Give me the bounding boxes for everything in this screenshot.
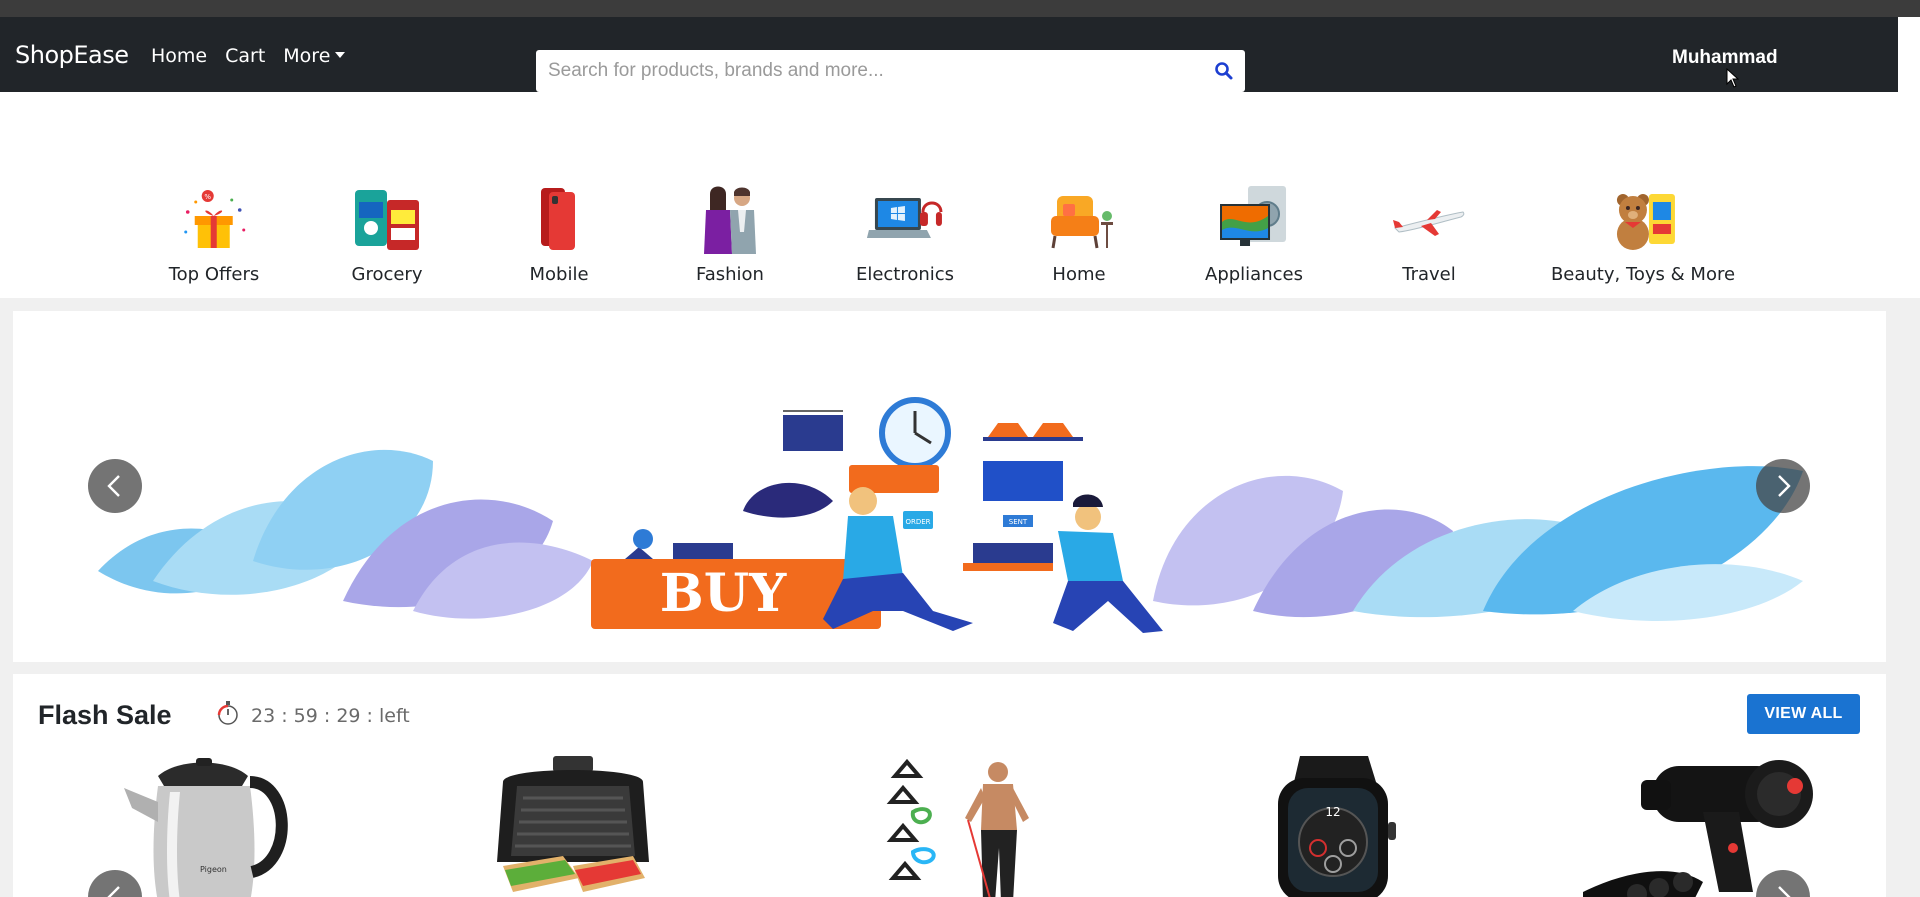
category-label: Top Offers <box>168 264 260 285</box>
chevron-left-icon <box>107 475 120 497</box>
category-strip-edge <box>1898 92 1920 298</box>
category-label: Fashion <box>696 264 764 285</box>
armchair-icon <box>1051 196 1113 249</box>
nav-more-dropdown[interactable]: More <box>283 45 346 67</box>
chevron-right-icon <box>1778 475 1791 497</box>
fashion-icon <box>704 186 756 254</box>
top-navbar: ShopEase Home Cart More Muhammad <box>0 17 1898 92</box>
caret-down-icon <box>335 51 346 58</box>
category-top-offers[interactable]: % Top Offers <box>168 182 260 285</box>
category-label: Home <box>1052 264 1106 285</box>
watch-face-number: 12 <box>1325 805 1340 819</box>
category-strip: % Top Offers Grocery Mobile Fashion Elec… <box>0 92 1898 298</box>
category-grocery[interactable]: Grocery <box>349 182 425 285</box>
nav-more-label: More <box>283 45 331 67</box>
category-travel[interactable]: Travel <box>1391 182 1467 285</box>
category-label: Electronics <box>855 264 955 285</box>
hero-banner-carousel: BUY ORDER SENT <box>13 311 1886 662</box>
view-all-button[interactable]: VIEW ALL <box>1747 694 1860 734</box>
browser-top-strip <box>0 0 1920 17</box>
category-mobile[interactable]: Mobile <box>521 182 597 285</box>
category-label: Beauty, Toys & More <box>1550 264 1736 285</box>
product-resistance-bands-image[interactable] <box>873 752 1053 897</box>
mobile-phone-icon <box>541 188 575 250</box>
svg-text:%: % <box>205 193 212 201</box>
category-label: Mobile <box>529 264 589 285</box>
chevron-right-icon <box>1778 886 1791 897</box>
category-electronics[interactable]: Electronics <box>856 182 954 285</box>
stopwatch-icon <box>217 701 238 725</box>
flash-sale-title: Flash Sale <box>38 700 172 730</box>
grocery-icon <box>355 190 419 250</box>
carousel-prev-button[interactable] <box>88 459 142 513</box>
carousel-next-button[interactable] <box>1756 459 1810 513</box>
nav-cart-link[interactable]: Cart <box>225 45 265 67</box>
flash-sale-section: Flash Sale 23 : 59 : 29 : left VIEW ALL … <box>13 674 1886 897</box>
brand-logo[interactable]: ShopEase <box>15 41 129 69</box>
gift-icon: % <box>184 190 246 248</box>
product-kettle-image[interactable]: Pigeon <box>118 752 298 897</box>
category-beauty-toys[interactable]: Beauty, Toys & More <box>1551 182 1735 285</box>
kettle-brand-text: Pigeon <box>200 865 227 874</box>
category-label: Travel <box>1402 264 1456 285</box>
mouse-cursor-icon <box>1726 68 1740 88</box>
nav-home-link[interactable]: Home <box>151 45 207 67</box>
category-fashion[interactable]: Fashion <box>692 182 768 285</box>
banner-order-sign: ORDER <box>905 518 930 526</box>
product-sandwich-maker-image[interactable] <box>483 752 663 897</box>
search-bar <box>536 50 1245 92</box>
search-input[interactable] <box>536 50 1196 92</box>
category-appliances[interactable]: Appliances <box>1205 182 1303 285</box>
category-home[interactable]: Home <box>1041 182 1117 285</box>
user-account-name[interactable]: Muhammad <box>1672 47 1778 69</box>
product-smartwatch-image[interactable]: 12 <box>1248 752 1428 897</box>
category-label: Grocery <box>351 264 423 285</box>
airplane-icon <box>1393 210 1465 236</box>
banner-sent-sign: SENT <box>1009 518 1028 526</box>
teddy-bear-icon <box>1616 194 1675 250</box>
flash-sale-countdown: 23 : 59 : 29 : left <box>251 705 410 727</box>
banner-illustration: BUY ORDER SENT <box>98 397 1803 633</box>
nav-links: Home Cart More <box>151 45 346 67</box>
banner-buy-text: BUY <box>660 563 787 624</box>
appliances-icon <box>1220 186 1286 246</box>
laptop-icon <box>866 198 943 238</box>
search-icon[interactable] <box>1213 60 1235 82</box>
chevron-left-icon <box>107 886 120 897</box>
navbar-edge <box>1898 17 1920 92</box>
category-label: Appliances <box>1205 264 1303 285</box>
